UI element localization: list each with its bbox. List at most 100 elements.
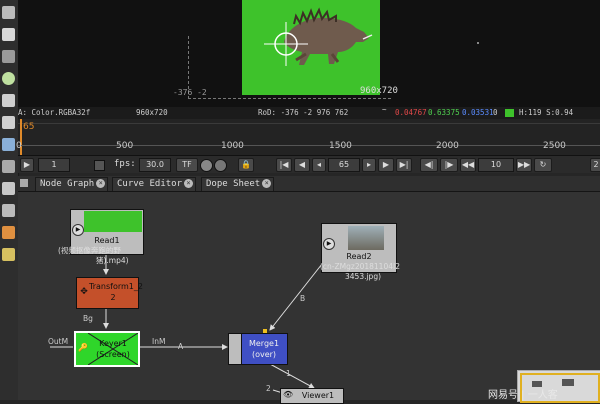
tab-curve-editor-label: Curve Editor	[117, 179, 183, 189]
tab-dope-sheet[interactable]: Dope Sheet ×	[201, 177, 275, 191]
in-point-button[interactable]: ▶	[20, 158, 34, 172]
read1-title: Read1	[94, 236, 120, 245]
settings-icon[interactable]	[214, 159, 227, 172]
close-icon[interactable]: ×	[96, 179, 106, 188]
keyer-input-bg: Bg	[83, 314, 93, 323]
minimap-node	[562, 379, 574, 386]
start-frame-field[interactable]: 1	[38, 158, 70, 172]
color-tool-icon[interactable]	[2, 72, 15, 85]
loop-icon[interactable]: ↻	[534, 158, 552, 172]
crosshair-icon[interactable]	[264, 22, 308, 66]
first-frame-icon[interactable]: |◀	[276, 158, 292, 172]
tick-500: 500	[116, 141, 134, 151]
rod-readout: RoD: -376 -2 976 762	[258, 108, 349, 117]
fps-field[interactable]: 30.0	[139, 158, 171, 172]
prev-keyframe-icon[interactable]: ◀|	[420, 158, 438, 172]
filter-tool-icon[interactable]	[2, 94, 15, 107]
viewer-area[interactable]: -376 -2 960x720	[18, 0, 600, 107]
approx-symbol: ~	[382, 105, 387, 114]
keyer-icon: 🔑	[78, 343, 88, 352]
read1-file: 猪).mp4)	[96, 256, 129, 265]
tick-2000: 2000	[436, 141, 459, 151]
current-frame-marker[interactable]: 65	[23, 122, 34, 132]
next-frame-icon[interactable]: ▸	[362, 158, 376, 172]
toolsets-tool-icon[interactable]	[2, 226, 15, 239]
eye-icon: 👁	[283, 390, 294, 399]
step-forward-icon[interactable]: ▶▶	[516, 158, 532, 172]
node-graph-canvas[interactable]: ▶ Read1 (视频抠像奔跑的野 猪).mp4) ✥ Transform1_2…	[18, 192, 600, 404]
transform-sub: 2	[110, 293, 116, 302]
resolution-readout: 960x720	[136, 108, 168, 117]
transform-icon: ✥	[80, 287, 88, 297]
pointer-tool-icon[interactable]	[2, 6, 15, 19]
viewer-title: Viewer1	[301, 391, 335, 400]
read2-title: Read2	[346, 252, 372, 261]
tab-node-graph-label: Node Graph	[40, 179, 95, 189]
keyer-disabled-cross	[88, 333, 138, 365]
last-frame-icon[interactable]: ▶|	[396, 158, 412, 172]
channel-tool-icon[interactable]	[2, 50, 15, 63]
tick-1000: 1000	[221, 141, 244, 151]
keyer-output-a: A	[178, 342, 184, 351]
transport-bar: ▶ 1 fps: 30.0 TF 🔒 |◀ ◀ ◂ 65 ▸ ▶ ▶| ◀| |…	[18, 155, 600, 173]
transform-node[interactable]: ✥ Transform1_2 2	[76, 277, 143, 309]
play-icon[interactable]: ▶	[323, 238, 335, 250]
merge-node[interactable]: Merge1 (over)	[228, 333, 288, 365]
red-readout: 0.04767	[395, 108, 427, 117]
merge-tool-icon[interactable]	[2, 138, 15, 151]
tick-0: 0	[16, 141, 22, 151]
close-icon[interactable]: ×	[262, 179, 272, 188]
keyer-input-outm: OutM	[48, 337, 69, 346]
transform-title: Transform1_2	[89, 282, 143, 291]
play-backward-icon[interactable]: ◀	[294, 158, 310, 172]
left-toolbar	[0, 0, 19, 400]
panel-tab-bar: Node Graph × Curve Editor × Dope Sheet ×	[18, 176, 600, 192]
timeline-top-line	[18, 123, 600, 124]
read2-file: 3453.jpg)	[345, 272, 382, 281]
paint-tool-icon[interactable]	[2, 28, 15, 41]
keyer-sub: (Screen)	[96, 350, 130, 359]
read2-thumbnail	[348, 226, 384, 250]
other-tool-icon[interactable]	[2, 248, 15, 261]
current-frame-field[interactable]: 65	[328, 158, 360, 172]
tick-1500: 1500	[329, 141, 352, 151]
play-icon[interactable]: ▶	[72, 224, 84, 236]
fps-checkbox[interactable]	[94, 160, 105, 171]
close-icon[interactable]: ×	[184, 179, 194, 188]
bbox-label: -376 -2	[173, 88, 207, 97]
viewer-node[interactable]: 👁 Viewer1	[280, 388, 344, 404]
panel-menu-icon[interactable]	[20, 179, 28, 187]
3d-tool-icon[interactable]	[2, 182, 15, 195]
increment-field[interactable]: 10	[478, 158, 514, 172]
lock-icon[interactable]: 🔒	[238, 158, 254, 172]
tf-dropdown[interactable]: TF	[176, 158, 198, 172]
green-readout: 0.63375	[428, 108, 460, 117]
transform-tool-icon[interactable]	[2, 160, 15, 173]
viewer-dot	[477, 42, 479, 44]
keyer-title: Keyer1	[99, 339, 127, 348]
step-back-icon[interactable]: ◀◀	[460, 158, 476, 172]
keyer-tool-icon[interactable]	[2, 116, 15, 129]
tick-2500: 2500	[543, 141, 566, 151]
keyer-node[interactable]: 🔑 Keyer1 (Screen)	[74, 331, 140, 367]
keyer-input-inm: InM	[152, 337, 166, 346]
tab-node-graph[interactable]: Node Graph ×	[35, 177, 109, 191]
timeline[interactable]: 65 0 500 1000 1500 2000 2500	[16, 119, 600, 155]
green-screen-frame	[242, 0, 380, 95]
next-keyframe-icon[interactable]: |▶	[440, 158, 458, 172]
viewer-input-2: 2	[266, 384, 271, 393]
end-field[interactable]: 2	[590, 158, 600, 172]
prev-frame-icon[interactable]: ◂	[312, 158, 326, 172]
views-tool-icon[interactable]	[2, 204, 15, 217]
merge-icon-strip	[228, 333, 242, 365]
merge-mask-dot	[263, 329, 267, 333]
viewer-info-bar: A: Color.RGBA32f 960x720 RoD: -376 -2 97…	[18, 105, 600, 129]
merge-title: Merge1	[248, 339, 280, 348]
refresh-icon[interactable]	[200, 159, 213, 172]
play-forward-icon[interactable]: ▶	[378, 158, 394, 172]
viewer-input-1: 1	[286, 369, 291, 378]
format-label: 960x720	[360, 86, 398, 96]
merge-sub: (over)	[251, 350, 277, 359]
tab-curve-editor[interactable]: Curve Editor ×	[112, 177, 197, 191]
tab-dope-sheet-label: Dope Sheet	[206, 179, 261, 189]
